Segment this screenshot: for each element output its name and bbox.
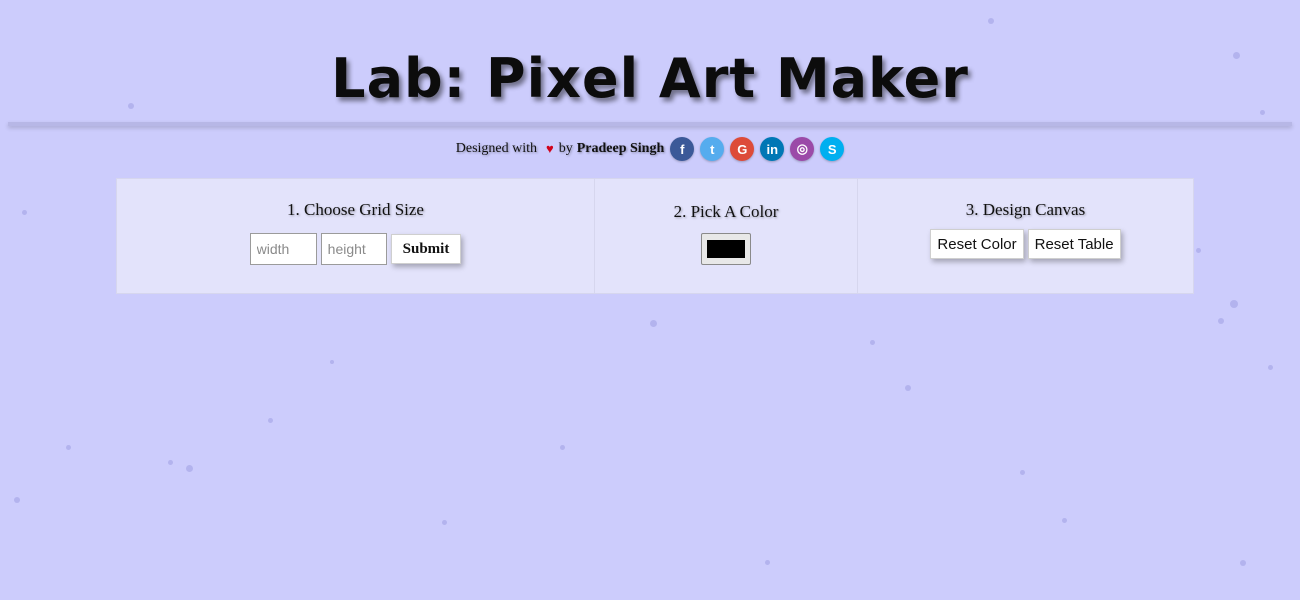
skype-icon[interactable]: S <box>820 137 845 161</box>
author-name: Pradeep Singh <box>576 141 665 156</box>
color-picker[interactable] <box>701 233 751 265</box>
twitter-icon[interactable]: t <box>700 137 725 161</box>
canvas-actions: Reset Color Reset Table <box>858 229 1193 259</box>
social-links: f t Gin ◎ S <box>670 137 845 161</box>
design-canvas-heading: 3. Design Canvas <box>965 200 1086 219</box>
grid-size-heading: 1. Choose Grid Size <box>287 200 424 219</box>
color-row <box>595 233 857 265</box>
linkedin-icon[interactable]: in <box>760 137 785 161</box>
header-banner: Lab: Pixel Art Maker <box>0 0 1300 126</box>
pick-color-heading: 2. Pick A Color <box>673 202 779 221</box>
instagram-icon[interactable]: ◎ <box>790 137 815 161</box>
grid-size-section: 1. Choose Grid Size Submit <box>117 179 595 293</box>
credits-by: by <box>558 141 573 156</box>
credits-prefix: Designed with <box>455 141 538 156</box>
color-swatch-fill <box>707 240 745 258</box>
width-input[interactable] <box>249 233 317 265</box>
grid-size-form: Submit <box>117 233 594 265</box>
facebook-icon[interactable]: f <box>670 137 695 161</box>
reset-color-button[interactable]: Reset Color <box>930 229 1024 259</box>
header-divider <box>8 122 1292 126</box>
controls-panel: 1. Choose Grid Size Submit 2. Pick A Col… <box>116 178 1194 294</box>
submit-button[interactable]: Submit <box>390 234 462 264</box>
heart-icon: ♥ <box>546 141 554 156</box>
page-title: Lab: Pixel Art Maker <box>331 47 969 110</box>
pick-color-section: 2. Pick A Color <box>595 179 858 293</box>
google-icon[interactable]: G <box>730 137 755 161</box>
design-canvas-section: 3. Design Canvas Reset Color Reset Table <box>858 179 1193 293</box>
credits-line: Designed with ♥ by Pradeep Singh f t Gin ◎ S <box>0 136 1300 162</box>
reset-table-button[interactable]: Reset Table <box>1027 229 1121 259</box>
height-input[interactable] <box>320 233 387 265</box>
